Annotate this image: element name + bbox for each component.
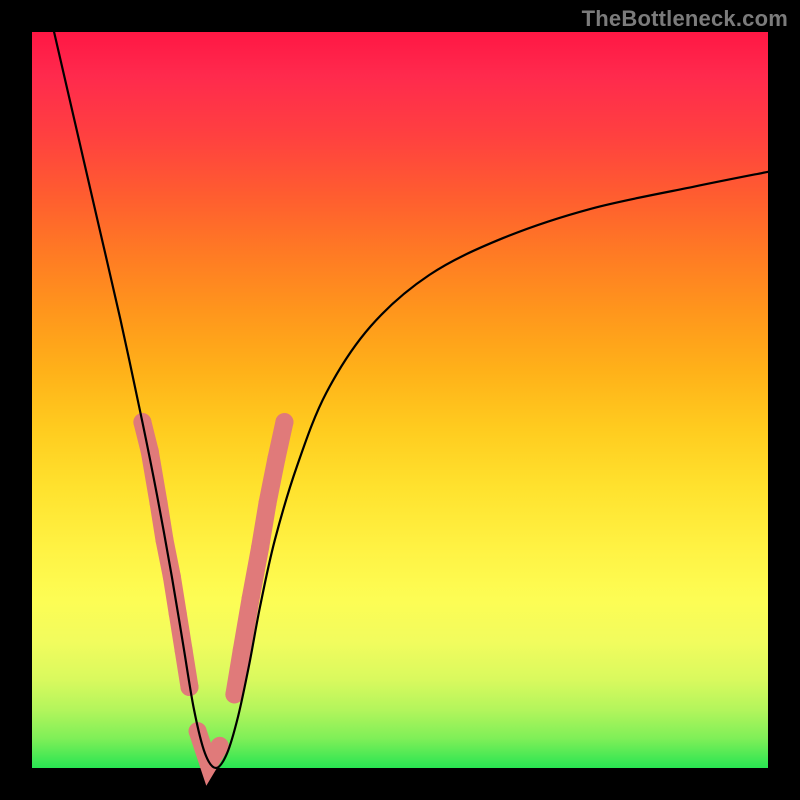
right-bead <box>275 413 293 431</box>
bottom-bead <box>200 755 218 773</box>
plot-area <box>32 32 768 768</box>
right-bead <box>251 538 269 556</box>
right-bead <box>242 590 260 608</box>
bead-group <box>133 413 293 773</box>
chart-frame: TheBottleneck.com <box>0 0 800 800</box>
right-bead <box>259 494 277 512</box>
right-bead <box>233 641 251 659</box>
bottom-bead <box>211 737 229 755</box>
right-bead <box>267 450 285 468</box>
watermark-text: TheBottleneck.com <box>582 6 788 32</box>
curve-svg <box>32 32 768 768</box>
bottleneck-curve <box>54 32 768 768</box>
